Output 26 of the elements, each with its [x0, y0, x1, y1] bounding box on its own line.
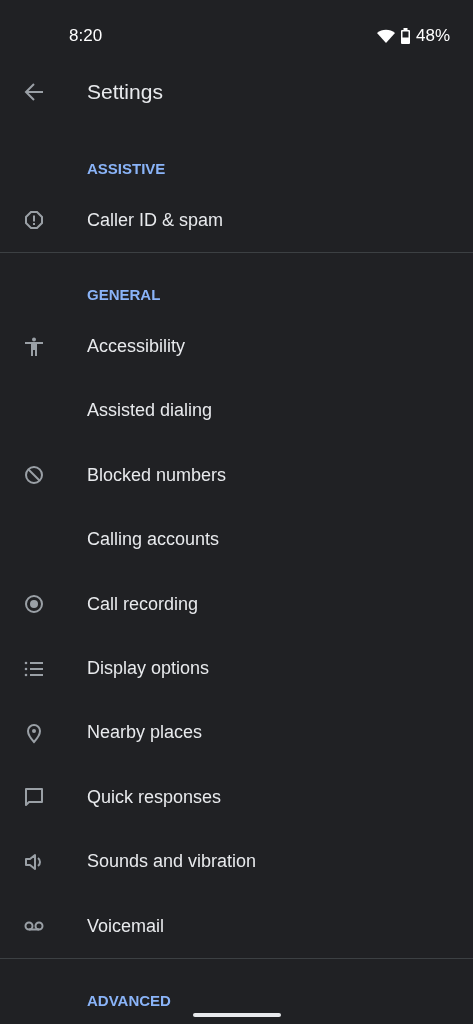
- settings-item[interactable]: Accessibility: [0, 314, 473, 379]
- gesture-handle[interactable]: [193, 1013, 281, 1017]
- settings-item[interactable]: Nearby places: [0, 700, 473, 766]
- settings-item[interactable]: Caller ID & spam: [0, 188, 473, 253]
- settings-item[interactable]: Quick responses: [0, 765, 473, 830]
- settings-item[interactable]: Call recording: [0, 571, 473, 637]
- wifi-icon: [376, 29, 395, 43]
- settings-item[interactable]: Calling accounts: [0, 507, 473, 572]
- octagon-alert-icon: [23, 209, 45, 232]
- settings-item[interactable]: Assisted dialing: [0, 378, 473, 444]
- block-icon: [23, 464, 45, 487]
- settings-item[interactable]: Voicemail: [0, 893, 473, 959]
- settings-item[interactable]: Sounds and vibration: [0, 829, 473, 894]
- back-button[interactable]: [23, 81, 45, 103]
- settings-item[interactable]: Display options: [0, 636, 473, 701]
- battery-percentage: 48%: [415, 26, 450, 46]
- accessibility-icon: [23, 335, 45, 358]
- battery-icon: [400, 28, 410, 44]
- section-header: ASSISTIVE: [87, 159, 166, 177]
- record-icon: [23, 593, 45, 616]
- screen-title: Settings: [87, 80, 163, 104]
- clock: 8:20: [69, 26, 103, 46]
- chat-bubble-icon: [23, 786, 45, 809]
- section-header: ADVANCED: [87, 991, 171, 1009]
- settings-item[interactable]: Blocked numbers: [0, 443, 473, 508]
- section-header: GENERAL: [87, 285, 161, 303]
